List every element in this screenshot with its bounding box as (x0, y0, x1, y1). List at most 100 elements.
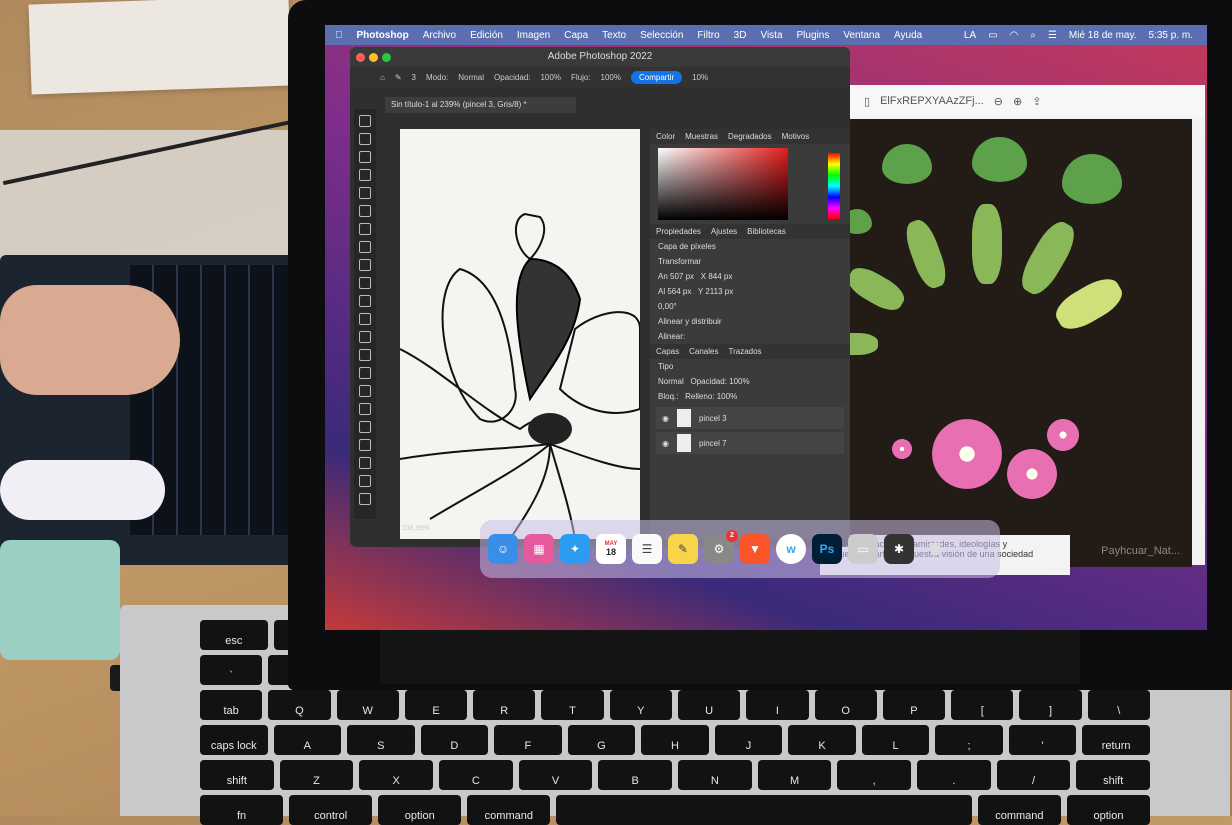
url-field[interactable]: ElFxREPXYAAzZFj... (880, 95, 984, 107)
key[interactable]: . (917, 760, 991, 790)
menu-ventana[interactable]: Ventana (843, 30, 880, 41)
key[interactable]: S (347, 725, 415, 755)
key[interactable]: K (788, 725, 856, 755)
home-icon[interactable]: ⌂ (380, 73, 385, 82)
search-icon[interactable]: ⌕ (1030, 30, 1036, 41)
color-swatches-icon[interactable] (359, 493, 371, 505)
zoom-tool-icon[interactable] (359, 475, 371, 487)
visibility-eye-icon[interactable]: ◉ (662, 414, 669, 423)
height-field[interactable]: 564 px (667, 287, 691, 296)
color-picker-field[interactable] (658, 148, 788, 220)
crop-tool-icon[interactable] (359, 187, 371, 199)
zoom-in-icon[interactable]: ⊕ (1013, 95, 1022, 108)
tab-bibliotecas[interactable]: Bibliotecas (747, 227, 786, 236)
key[interactable]: ' (1008, 725, 1077, 755)
share-icon[interactable]: ⇪ (1032, 95, 1041, 108)
share-button[interactable]: Compartir (630, 70, 683, 84)
layer-row[interactable]: ◉ pincel 3 (656, 407, 844, 429)
menu-edicion[interactable]: Edición (470, 30, 503, 41)
input-source-badge[interactable]: LA (964, 30, 976, 41)
key[interactable]: caps lock (200, 725, 268, 755)
launchpad-icon[interactable]: ▦ (524, 534, 554, 564)
menu-seleccion[interactable]: Selección (640, 30, 683, 41)
x-field[interactable]: 844 px (708, 272, 732, 281)
wifi-icon[interactable]: ◠ (1010, 30, 1019, 41)
apple-icon[interactable]:  (335, 30, 343, 41)
key[interactable]: U (677, 690, 741, 720)
key[interactable]: command (467, 795, 551, 825)
fill-field[interactable]: 100% (717, 392, 737, 401)
stamp-tool-icon[interactable] (359, 277, 371, 289)
key[interactable]: B (598, 760, 673, 790)
key[interactable]: T (541, 690, 604, 720)
key[interactable]: Q (268, 690, 331, 720)
tab-motivos[interactable]: Motivos (782, 132, 810, 141)
menu-imagen[interactable]: Imagen (517, 30, 550, 41)
key[interactable]: P (882, 690, 946, 720)
recent-image-icon[interactable]: ✱ (884, 534, 914, 564)
lasso-tool-icon[interactable] (359, 151, 371, 163)
tab-canales[interactable]: Canales (689, 347, 718, 356)
tab-capas[interactable]: Capas (656, 347, 679, 356)
tab-muestras[interactable]: Muestras (685, 132, 718, 141)
key[interactable]: D (420, 725, 489, 755)
key[interactable]: [ (951, 690, 1014, 720)
dodge-tool-icon[interactable] (359, 367, 371, 379)
zoom-icon[interactable] (382, 53, 391, 62)
width-field[interactable]: 507 px (670, 272, 694, 281)
trash-icon[interactable]: 🗑 (920, 534, 950, 564)
key[interactable]: O (814, 690, 877, 720)
document-tab[interactable]: Sin título-1 al 239% (pincel 3, Gris/8) … (385, 97, 576, 113)
hue-slider[interactable] (828, 153, 840, 219)
menubar-date[interactable]: Mié 18 de may. (1069, 30, 1137, 41)
safari-icon[interactable]: ✦ (560, 534, 590, 564)
key[interactable]: V (518, 760, 593, 790)
key[interactable]: X (359, 760, 434, 790)
menubar-time[interactable]: 5:35 p. m. (1149, 30, 1193, 41)
transform-section[interactable]: Transformar (650, 254, 850, 269)
brush-tool-icon[interactable] (359, 259, 371, 271)
menu-3d[interactable]: 3D (734, 30, 747, 41)
key[interactable] (556, 795, 972, 825)
menu-ayuda[interactable]: Ayuda (894, 30, 922, 41)
layer-filter[interactable]: Tipo (650, 359, 850, 374)
key[interactable]: shift (200, 760, 274, 790)
tab-degradados[interactable]: Degradados (728, 132, 772, 141)
calendar-icon[interactable]: MAY 18 (596, 534, 626, 564)
eyedropper-tool-icon[interactable] (359, 223, 371, 235)
marquee-tool-icon[interactable] (359, 133, 371, 145)
type-tool-icon[interactable] (359, 403, 371, 415)
key[interactable]: shift (1076, 760, 1151, 790)
menu-archivo[interactable]: Archivo (423, 30, 456, 41)
key[interactable]: ` (200, 655, 263, 685)
angle-field[interactable]: 0,00° (650, 299, 850, 314)
menu-vista[interactable]: Vista (760, 30, 782, 41)
key[interactable]: E (404, 690, 468, 720)
key[interactable]: I (746, 690, 809, 720)
key[interactable]: , (837, 760, 912, 790)
path-select-icon[interactable] (359, 421, 371, 433)
key[interactable]: command (977, 795, 1061, 825)
whatsapp-icon[interactable]: w (776, 534, 806, 564)
healing-tool-icon[interactable] (359, 241, 371, 253)
eraser-tool-icon[interactable] (359, 313, 371, 325)
menu-capa[interactable]: Capa (564, 30, 588, 41)
key[interactable]: N (678, 760, 752, 790)
notes-icon[interactable]: ✎ (668, 534, 698, 564)
sidebar-icon[interactable]: ▯ (864, 95, 870, 108)
key[interactable]: L (861, 725, 930, 755)
menu-filtro[interactable]: Filtro (697, 30, 719, 41)
align-section[interactable]: Alinear y distribuir (650, 314, 850, 329)
y-field[interactable]: 2113 px (705, 287, 733, 296)
key[interactable]: M (757, 760, 832, 790)
mode-select[interactable]: Normal (458, 73, 484, 82)
close-icon[interactable] (356, 53, 365, 62)
control-center-icon[interactable]: ☰ (1048, 30, 1057, 41)
key[interactable]: / (996, 760, 1071, 790)
zoom-field[interactable]: 10% (692, 73, 708, 82)
menu-photoshop[interactable]: Photoshop (357, 30, 409, 41)
opacity-field[interactable]: 100% (540, 73, 560, 82)
tab-trazados[interactable]: Trazados (728, 347, 761, 356)
key[interactable]: option (1066, 795, 1151, 825)
system-settings-icon[interactable]: ⚙ 2 (704, 530, 738, 564)
